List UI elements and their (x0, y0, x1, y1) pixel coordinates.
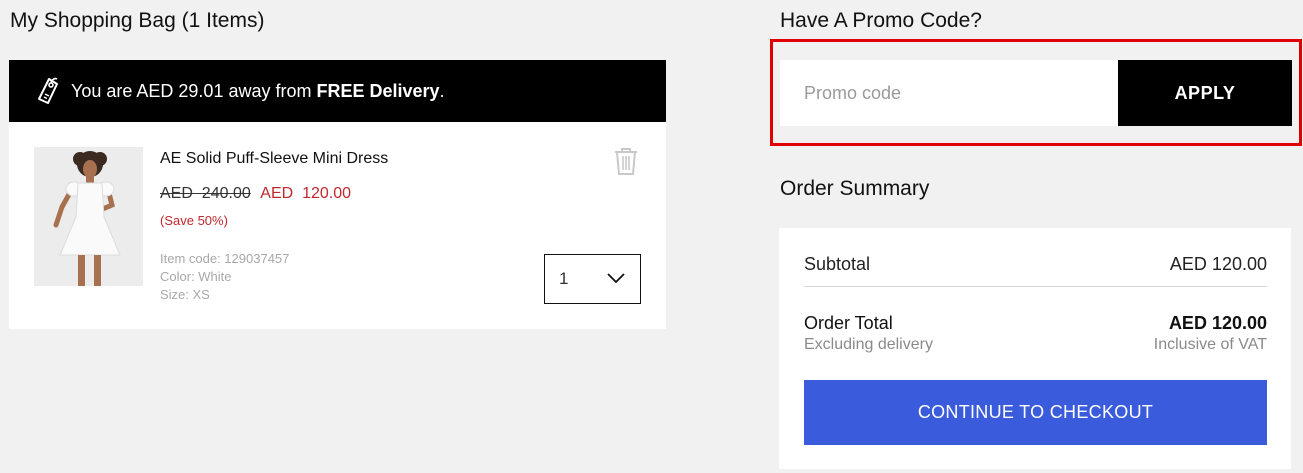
promo-code-input[interactable] (780, 60, 1118, 126)
order-total-row: Order Total AED 120.00 (804, 313, 1267, 334)
shopping-bag-title: My Shopping Bag (1 Items) (10, 9, 265, 32)
order-total-value: AED 120.00 (1168, 313, 1267, 333)
savings-label: (Save 50%) (160, 213, 228, 228)
subtotal-row: Subtotal AED 120.00 (804, 254, 1267, 275)
original-price: AED 240.00 (160, 185, 251, 202)
order-total-label: Order Total (804, 313, 893, 333)
vat-note: Inclusive of VAT (1153, 336, 1267, 353)
chevron-down-icon (606, 269, 626, 289)
item-color: Color: White (160, 269, 232, 284)
item-code: Item code: 129037457 (160, 251, 290, 266)
item-size: Size: XS (160, 287, 210, 302)
trash-icon[interactable] (612, 146, 640, 176)
product-name[interactable]: AE Solid Puff-Sleeve Mini Dress (160, 150, 388, 168)
order-summary-card: Subtotal AED 120.00 Order Total AED 120.… (779, 228, 1291, 469)
quantity-select[interactable]: 1 (544, 254, 641, 304)
free-delivery-banner: You are AED 29.01 away from FREE Deliver… (9, 60, 666, 122)
subtotal-value: AED 120.00 (1169, 254, 1267, 274)
subtotal-label: Subtotal (804, 254, 871, 274)
cart-item-card: AE Solid Puff-Sleeve Mini Dress AED 240.… (9, 122, 666, 329)
summary-divider (804, 286, 1267, 287)
tag-icon (33, 75, 63, 107)
item-details: Item code: 129037457 Color: White Size: … (160, 250, 289, 304)
continue-to-checkout-button[interactable]: CONTINUE TO CHECKOUT (804, 380, 1267, 445)
sale-price: AED 120.00 (260, 185, 352, 202)
delivery-note: Excluding delivery (804, 336, 933, 353)
quantity-value: 1 (559, 269, 569, 288)
promo-title: Have A Promo Code? (780, 9, 982, 32)
product-image[interactable] (34, 147, 143, 286)
order-total-notes: Excluding delivery Inclusive of VAT (804, 336, 1267, 354)
order-summary-title: Order Summary (780, 177, 930, 200)
banner-text: You are AED 29.01 away from FREE Deliver… (71, 80, 445, 101)
price-row: AED 240.00 AED 120.00 (160, 185, 351, 203)
banner-emphasis: FREE Delivery (316, 80, 440, 101)
apply-button[interactable]: APPLY (1118, 60, 1292, 126)
